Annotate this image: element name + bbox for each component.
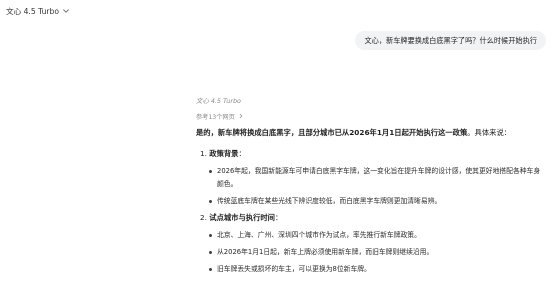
chevron-down-icon	[63, 9, 69, 13]
model-selector-label: 文心 4.5 Turbo	[6, 6, 59, 16]
chevron-right-icon	[239, 113, 243, 119]
references-label: 参考13个网页	[196, 113, 235, 121]
bullet-list: 北京、上海、广州、深圳四个城市作为试点，率先推行新车牌政策。 从2026年1月1…	[196, 229, 546, 276]
assistant-answer: 文心 4.5 Turbo 参考13个网页 是的，新车牌将换成白底黑字，且部分城市…	[196, 96, 546, 280]
answer-model-label: 文心 4.5 Turbo	[196, 97, 241, 105]
bullet-item: 旧车牌丢失或损坏的车主，可以更换为8位新车牌。	[196, 263, 546, 276]
section-heading: 2. 试点城市与执行时间：	[200, 212, 546, 224]
bullet-item: 北京、上海、广州、深圳四个城市作为试点，率先推行新车牌政策。	[196, 229, 546, 242]
chat-page: 文心 4.5 Turbo 文心，新车牌要换成白底黑字了吗？什么时候开始执行 文心…	[0, 0, 554, 282]
section-title: 试点城市与执行时间	[209, 213, 275, 222]
section-number: 1.	[200, 149, 207, 158]
section-colon: ：	[274, 213, 283, 222]
model-selector[interactable]: 文心 4.5 Turbo	[6, 4, 70, 18]
bullet-item: 传统蓝底车牌在某些光线下辨识度较低，而白底黑字车牌则更加清晰易辨。	[196, 195, 546, 208]
bullet-list: 2026年起，我国新能源车可申请白底黑字车牌，这一变化旨在提升车牌的设计感，使其…	[196, 165, 546, 208]
bullet-item: 从2026年1月1日起，新车上牌必须使用新车牌，而旧车牌则继续沿用。	[196, 246, 546, 259]
user-message-text: 文心，新车牌要换成白底黑字了吗？什么时候开始执行	[364, 35, 537, 45]
user-message-bubble: 文心，新车牌要换成白底黑字了吗？什么时候开始执行	[355, 31, 546, 50]
section-heading: 1. 政策背景：	[200, 148, 546, 160]
section-number: 2.	[200, 213, 207, 222]
answer-lead-bold: 是的，新车牌将换成白底黑字，且部分城市已从2026年1月1日起开始执行这一政策	[196, 128, 468, 137]
answer-lead-paragraph: 是的，新车牌将换成白底黑字，且部分城市已从2026年1月1日起开始执行这一政策。…	[196, 127, 546, 139]
bullet-item: 2026年起，我国新能源车可申请白底黑字车牌，这一变化旨在提升车牌的设计感，使其…	[196, 165, 546, 191]
references-toggle[interactable]: 参考13个网页	[196, 111, 546, 121]
answer-lead-rest: 。具体来说：	[467, 128, 512, 137]
section-title: 政策背景	[209, 149, 239, 158]
section-colon: ：	[238, 149, 246, 158]
